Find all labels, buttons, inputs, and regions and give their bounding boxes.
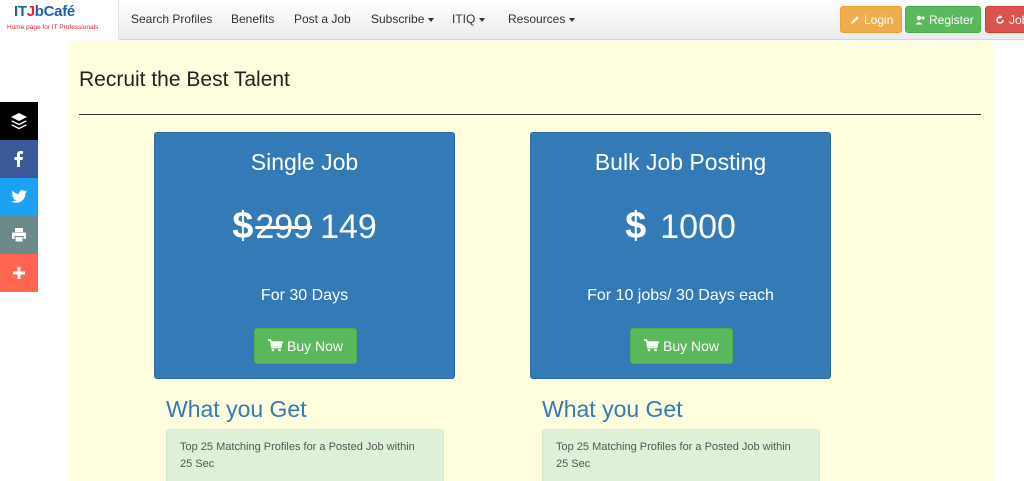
plan-feature-box: Top 25 Matching Profiles for a Posted Jo… [166, 429, 444, 481]
print-icon [12, 228, 26, 243]
nav-resources-dropdown[interactable]: Resources [508, 12, 576, 26]
shopping-cart-icon [643, 339, 659, 352]
share-facebook-button[interactable] [0, 140, 38, 178]
plan-duration: For 30 Days [260, 287, 349, 304]
caret-down-icon [428, 17, 435, 22]
top-navbar: ITJbCafé Home page for IT Professionals … [0, 0, 1024, 40]
register-button[interactable]: Register [905, 6, 981, 33]
nav-post-a-job[interactable]: Post a Job [294, 12, 351, 26]
buy-now-button[interactable]: Buy Now [630, 328, 733, 364]
share-print-button[interactable] [0, 216, 38, 254]
plan-price: $299 149 [155, 205, 454, 248]
caret-down-icon [479, 17, 486, 22]
buy-now-button[interactable]: Buy Now [254, 328, 357, 364]
plan-feature-box: Top 25 Matching Profiles for a Posted Jo… [542, 429, 820, 481]
nav-search-profiles[interactable]: Search Profiles [131, 12, 212, 26]
current-price: 1000 [660, 208, 736, 246]
user-add-icon [915, 15, 925, 25]
plan-duration: For 10 jobs/ 30 Days each [587, 287, 774, 304]
logo-text: ITJbCafé [14, 3, 75, 20]
logo-tagline: Home page for IT Professionals [7, 24, 99, 31]
old-price: 299 [255, 208, 313, 246]
title-divider [79, 114, 981, 115]
plus-icon [13, 267, 25, 279]
plan-card-single-job: Single Job $299 149 For 30 Days Buy Now [154, 132, 455, 379]
plan-title: Single Job [250, 149, 359, 175]
nav-itiq-dropdown[interactable]: ITIQ [452, 12, 486, 26]
what-you-get-heading: What you Get [542, 396, 683, 422]
shopping-cart-icon [267, 339, 283, 352]
login-button[interactable]: Login [840, 6, 902, 33]
caret-down-icon [569, 17, 576, 22]
currency-symbol: $ [232, 205, 254, 247]
page-title: Recruit the Best Talent [79, 68, 290, 91]
refresh-icon [996, 15, 1004, 24]
jobs-button[interactable]: Jobs [985, 6, 1024, 33]
plan-price: $1000 [531, 205, 830, 248]
share-more-button[interactable] [0, 254, 38, 292]
currency-symbol: $ [625, 205, 647, 247]
current-price: 149 [320, 208, 377, 246]
facebook-icon [14, 151, 23, 167]
buffer-icon [11, 113, 27, 130]
pencil-icon [851, 16, 859, 24]
what-you-get-heading: What you Get [166, 396, 307, 422]
nav-subscribe-dropdown[interactable]: Subscribe [371, 12, 435, 26]
plan-title: Bulk Job Posting [594, 149, 767, 175]
share-buffer-button[interactable] [0, 102, 38, 140]
share-twitter-button[interactable] [0, 178, 38, 216]
plan-card-bulk-job-posting: Bulk Job Posting $1000 For 10 jobs/ 30 D… [530, 132, 831, 379]
site-logo[interactable]: ITJbCafé Home page for IT Professionals [0, 0, 119, 40]
main-content: Recruit the Best Talent Single Job $299 1… [67, 41, 993, 481]
nav-benefits[interactable]: Benefits [231, 12, 274, 26]
twitter-icon [11, 190, 27, 203]
